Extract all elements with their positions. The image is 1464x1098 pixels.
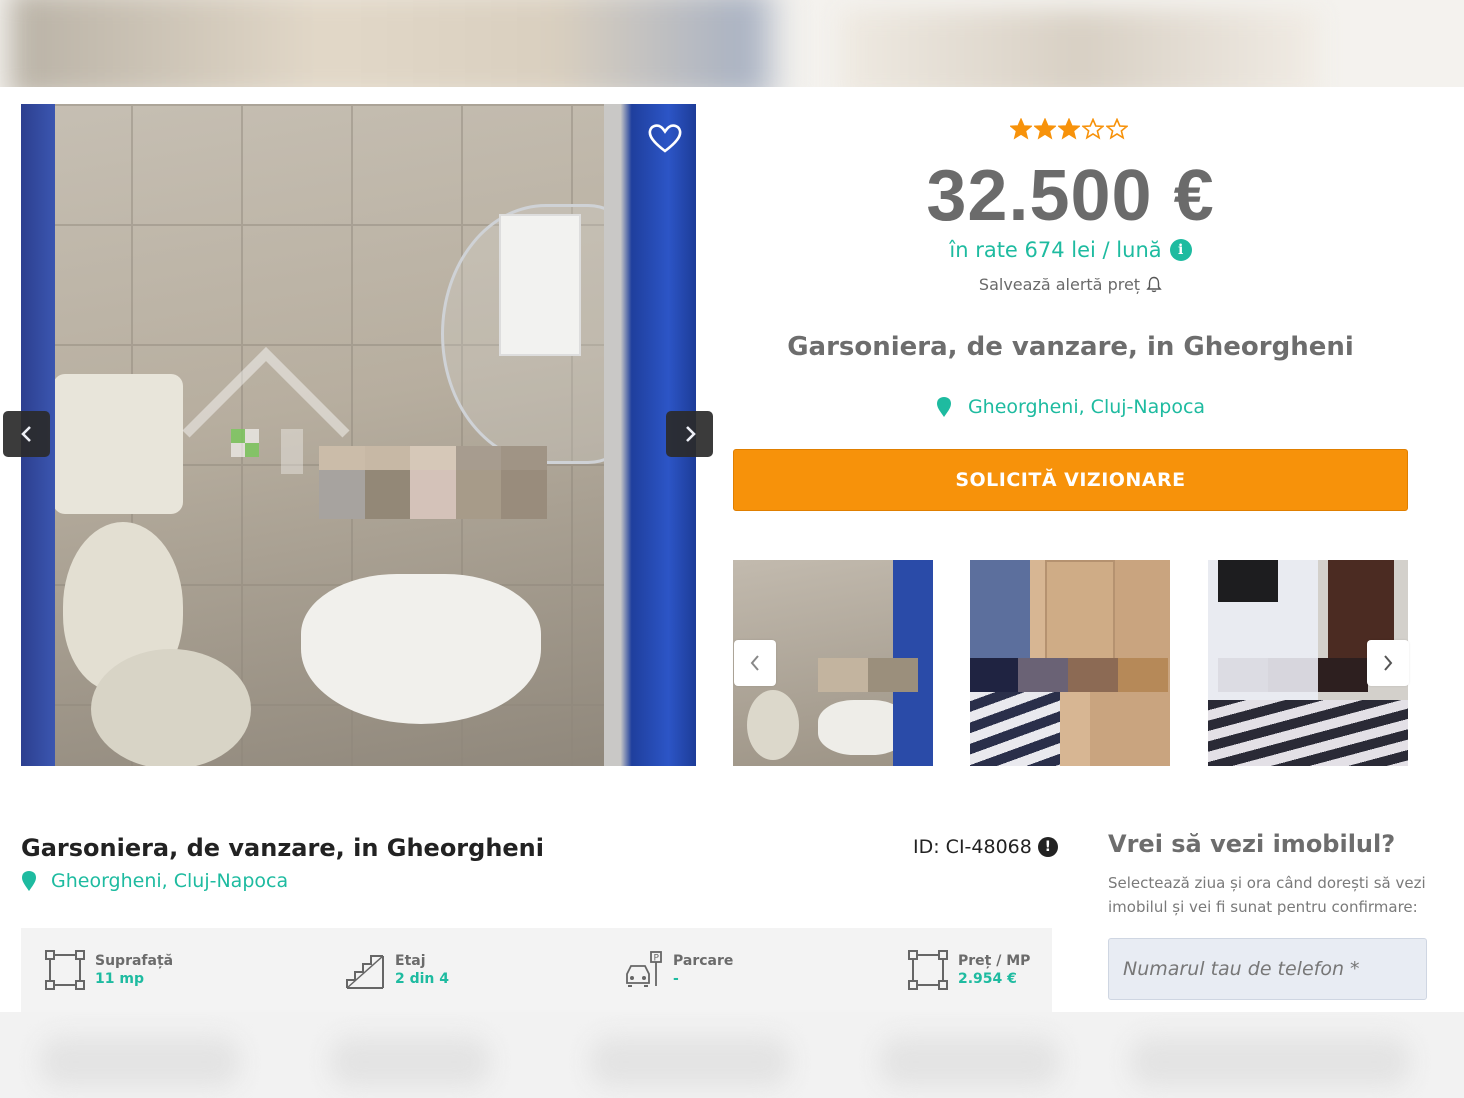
thumbnails-prev-button[interactable]	[734, 640, 776, 686]
price-alert-text: Salvează alertă preț	[978, 275, 1141, 294]
thumb-blur-region	[970, 658, 1168, 692]
gallery-next-button[interactable]	[666, 411, 713, 457]
parking-icon: P	[626, 951, 662, 987]
listing-id: ID: CI-48068 !	[913, 836, 1058, 858]
feature-floor: Etaj 2 din 4	[345, 950, 449, 990]
blur-shape	[880, 1037, 1060, 1087]
blur-shape	[590, 1037, 790, 1087]
feature-surface: Suprafață 11 mp	[45, 950, 173, 990]
thumbnail-hallway[interactable]	[970, 560, 1170, 766]
area-icon	[908, 950, 948, 990]
viewing-description: Selectează ziua și ora când dorești să v…	[1108, 874, 1426, 916]
thumb-blur-region	[1218, 658, 1368, 692]
map-pin-icon	[936, 397, 951, 417]
blurred-bottom-area	[0, 1012, 1464, 1098]
thumb-blur-region	[818, 658, 918, 692]
listing-title: Garsoniera, de vanzare, in Gheorgheni	[21, 834, 544, 862]
rating-stars	[1010, 118, 1130, 146]
stairs-icon	[346, 955, 384, 989]
listing-title-summary: Garsoniera, de vanzare, in Gheorgheni	[787, 332, 1354, 362]
viewing-title: Vrei să vezi imobilul?	[1108, 830, 1396, 858]
blur-shape	[330, 1037, 490, 1087]
installment-info[interactable]: în rate 674 lei / lună i	[733, 238, 1408, 262]
heart-outline-icon	[648, 124, 682, 153]
banner-blur-left	[10, 0, 790, 87]
thumb-bed	[970, 680, 1060, 766]
star-filled-icon	[1058, 118, 1080, 140]
price-alert-link[interactable]: Salvează alertă preț	[733, 275, 1408, 294]
feature-label: Preț / MP	[958, 953, 1031, 969]
feature-value: 11 mp	[95, 971, 144, 987]
star-filled-icon	[1034, 118, 1056, 140]
feature-value: 2.954 €	[958, 971, 1017, 987]
bell-icon	[1146, 276, 1162, 293]
favorite-button[interactable]	[646, 120, 684, 156]
feature-label: Parcare	[673, 953, 734, 969]
photo-cistern	[53, 374, 183, 514]
photo-sink	[301, 574, 541, 724]
pixelated-blur-region	[319, 446, 547, 519]
feature-value: 2 din 4	[395, 971, 450, 987]
price: 32.500 €	[926, 156, 1215, 236]
thumb-toilet	[747, 690, 799, 760]
thumb-tv	[1218, 560, 1278, 602]
gallery-prev-button[interactable]	[3, 411, 50, 457]
blurred-top-banner	[0, 0, 1464, 87]
blur-shape	[1130, 1037, 1410, 1087]
chevron-right-icon	[1384, 655, 1393, 671]
thumbnails-next-button[interactable]	[1367, 640, 1409, 686]
photo-toilet-bowl	[91, 649, 251, 766]
feature-price-per-sqm: Preț / MP 2.954 €	[908, 950, 1030, 990]
feature-value: -	[673, 971, 679, 987]
feature-label: Suprafață	[95, 953, 174, 969]
request-viewing-button[interactable]: SOLICITĂ VIZIONARE	[733, 449, 1408, 511]
banner-blur-right	[840, 10, 1320, 87]
star-filled-icon	[1010, 118, 1032, 140]
star-empty-icon	[1106, 118, 1128, 140]
features-bar: Suprafață 11 mp Etaj 2 din 4 P Parcare -…	[21, 928, 1052, 1012]
chevron-right-icon	[685, 426, 696, 442]
location-detail[interactable]: Gheorgheni, Cluj-Napoca	[21, 870, 288, 892]
photo-shelf	[499, 214, 581, 356]
installment-text: în rate 674 lei / lună	[949, 238, 1162, 262]
feature-label: Etaj	[395, 953, 426, 969]
feature-parking: P Parcare -	[623, 950, 733, 990]
thumb-bed	[1208, 700, 1408, 766]
map-pin-icon	[22, 871, 36, 891]
exclamation-icon[interactable]: !	[1037, 837, 1058, 857]
chevron-left-icon	[750, 655, 759, 671]
info-icon[interactable]: i	[1169, 239, 1192, 261]
location-summary[interactable]: Gheorgheni, Cluj-Napoca	[733, 396, 1408, 418]
listing-id-text: ID: CI-48068	[913, 836, 1032, 858]
blur-shape	[40, 1037, 240, 1087]
location-summary-text: Gheorgheni, Cluj-Napoca	[967, 396, 1206, 418]
chevron-left-icon	[20, 426, 31, 442]
location-detail-text: Gheorgheni, Cluj-Napoca	[51, 870, 289, 892]
star-empty-icon	[1082, 118, 1104, 140]
area-icon	[45, 950, 85, 990]
main-gallery-photo[interactable]	[21, 104, 696, 766]
phone-input[interactable]	[1108, 938, 1427, 1000]
